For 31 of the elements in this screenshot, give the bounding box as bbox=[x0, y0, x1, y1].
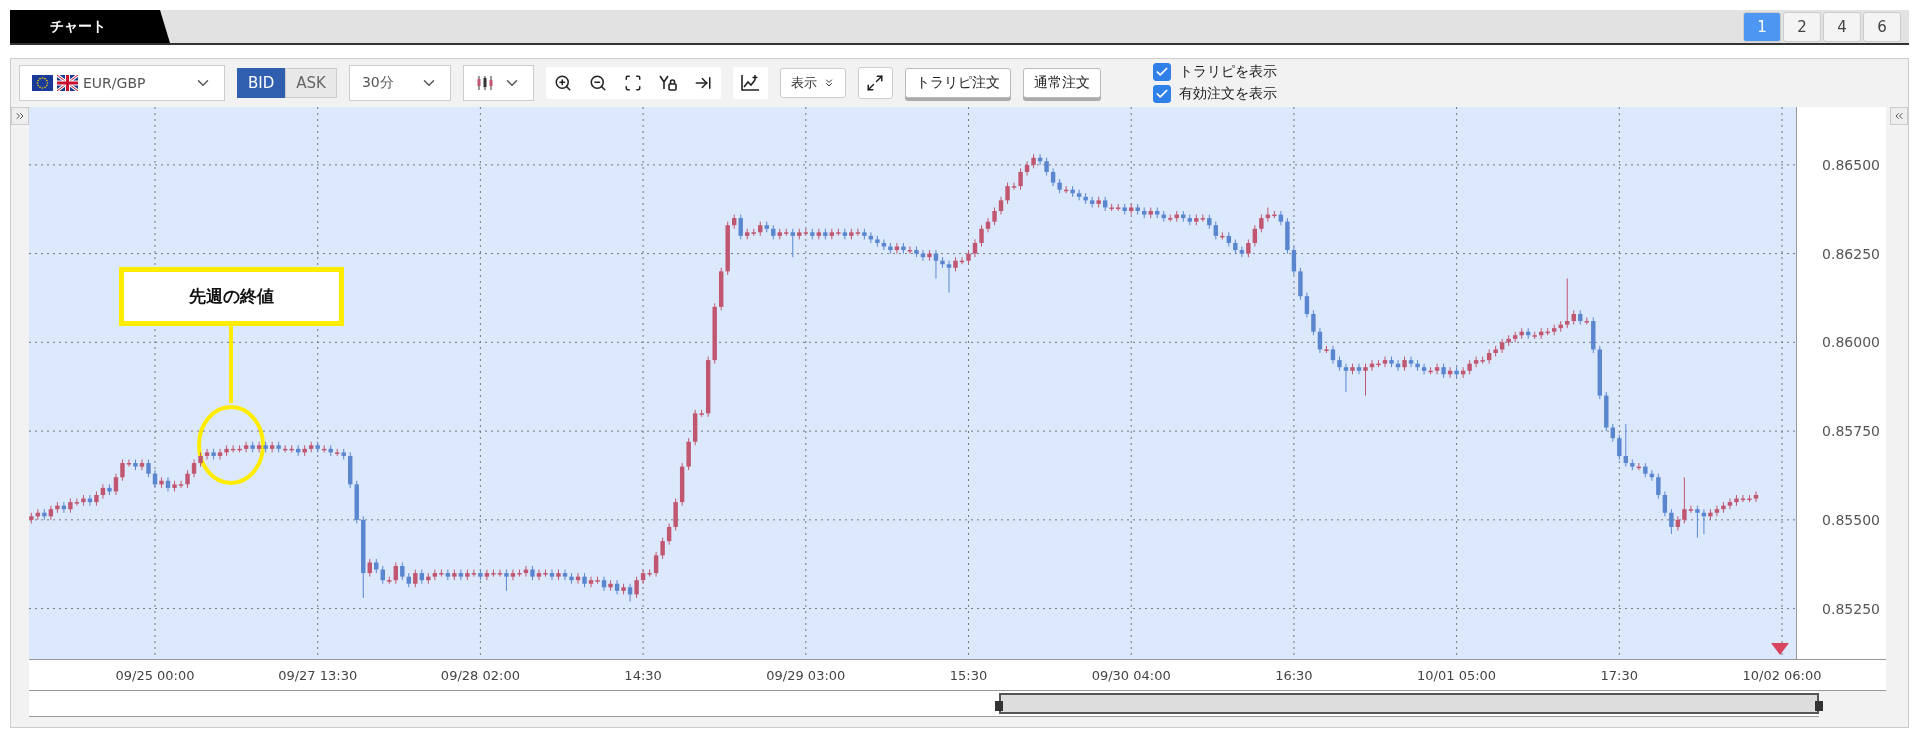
time-label: 09/27 13:30 bbox=[278, 668, 358, 683]
price-label: 0.85750 bbox=[1822, 423, 1880, 440]
order-button[interactable]: 通常注文 bbox=[1022, 68, 1101, 98]
price-side-button[interactable]: ASK bbox=[285, 68, 337, 98]
time-label: 09/28 02:00 bbox=[440, 668, 520, 683]
time-label: 10/01 05:00 bbox=[1417, 668, 1497, 683]
layout-button[interactable]: 4 bbox=[1823, 11, 1861, 42]
price-label: 0.86000 bbox=[1822, 334, 1880, 351]
price-label: 0.85250 bbox=[1822, 600, 1880, 617]
time-label: 09/29 03:00 bbox=[766, 668, 846, 683]
display-menu-button[interactable]: 表示 bbox=[779, 68, 846, 98]
price-label: 0.86250 bbox=[1822, 245, 1880, 262]
time-label: 09/30 04:00 bbox=[1091, 668, 1171, 683]
time-label: 15:30 bbox=[949, 668, 988, 683]
layout-button[interactable]: 6 bbox=[1863, 11, 1901, 42]
price-label: 0.85500 bbox=[1822, 511, 1880, 528]
price-label: 0.86500 bbox=[1822, 156, 1880, 173]
checkbox-label: トラリピを表示 bbox=[1178, 63, 1277, 81]
price-side-button[interactable]: BID bbox=[237, 68, 286, 98]
currency-pair-select[interactable]: EUR/GBP bbox=[19, 65, 225, 101]
time-label: 16:30 bbox=[1275, 668, 1313, 683]
time-label: 10/02 06:00 bbox=[1742, 668, 1822, 683]
order-button[interactable]: トラリピ注文 bbox=[904, 68, 1011, 98]
layout-button[interactable]: 2 bbox=[1783, 11, 1821, 42]
time-label: 17:30 bbox=[1600, 668, 1639, 683]
time-label: 09/25 00:00 bbox=[115, 668, 195, 683]
chart-tab[interactable]: チャート bbox=[10, 10, 170, 43]
checkbox-label: 有効注文を表示 bbox=[1178, 85, 1277, 103]
time-label: 14:30 bbox=[624, 668, 662, 683]
timeframe-select[interactable]: 30分 bbox=[348, 65, 451, 101]
annotation-callout: 先週の終値 bbox=[119, 267, 344, 326]
